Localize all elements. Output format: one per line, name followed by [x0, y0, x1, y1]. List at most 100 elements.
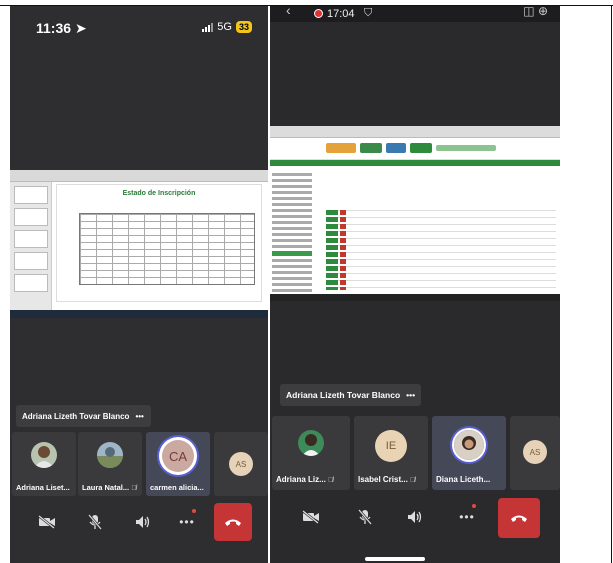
recording-icon [314, 9, 323, 18]
nav-band [270, 160, 560, 166]
more-options-icon[interactable]: ••• [135, 412, 143, 421]
more-options-icon[interactable]: ••• [406, 390, 415, 400]
participant-name: Isabel Crist... 🎙̸ [358, 475, 416, 484]
participant-tile[interactable]: Diana Liceth... [432, 416, 506, 490]
mic-off-icon [88, 514, 102, 530]
shared-screen-left: Estado de Inscripción [10, 170, 268, 318]
call-controls: ••• [270, 498, 560, 542]
slide-thumbnail [14, 252, 48, 270]
camera-off-button[interactable] [292, 498, 330, 536]
site-title-graphic [436, 145, 496, 151]
mic-off-icon: 🎙̸ [410, 477, 416, 484]
more-icon: ••• [459, 510, 475, 524]
participant-strip: Adriana Liset... Laura Natal... 🎙̸ CA ca… [10, 432, 268, 496]
slide-thumbnail [14, 208, 48, 226]
camera-off-icon [302, 510, 319, 524]
windows-taskbar [10, 310, 268, 318]
row-delete-icons [340, 210, 346, 290]
comparison-screenshot: 11:36 ➤ 5G 33 Estado de Inscripción Adri… [0, 0, 613, 563]
data-table [326, 210, 556, 290]
speaker-icon [136, 516, 150, 528]
participant-tile[interactable]: CA carmen alicia... [146, 432, 210, 496]
avatar [97, 442, 123, 468]
avatar-initials: IE [375, 430, 407, 462]
status-icons: ◫ ⊕ [523, 6, 548, 18]
participant-name: Laura Natal... 🎙̸ [82, 483, 137, 492]
participant-tile[interactable]: IE Isabel Crist... 🎙̸ [354, 416, 428, 490]
right-phone: ‹ 17:04 ⛉ ◫ ⊕ Adriana Lizeth Tovar Blanc… [270, 6, 560, 563]
logo-icon [326, 143, 356, 153]
windows-taskbar [270, 294, 560, 301]
current-slide: Estado de Inscripción [56, 184, 262, 302]
notification-dot [192, 509, 196, 513]
browser-toolbar [270, 126, 560, 138]
participant-tile[interactable]: Adriana Liz... 🎙̸ [272, 416, 350, 490]
participant-name: Adriana Liset... [16, 483, 70, 492]
mic-off-icon [358, 509, 372, 525]
mute-button[interactable] [76, 503, 114, 541]
avatar [454, 430, 484, 460]
home-indicator[interactable] [365, 557, 425, 561]
slide-title: Estado de Inscripción [122, 190, 196, 197]
status-time: 17:04 [327, 8, 355, 20]
battery-icon: 33 [235, 21, 252, 33]
participant-name: Adriana Liz... 🎙̸ [276, 475, 334, 484]
hang-up-icon [225, 519, 241, 526]
more-button[interactable]: ••• [168, 503, 206, 541]
slide-thumbnail [14, 274, 48, 292]
ios-status-bar: 11:36 ➤ 5G 33 [10, 6, 268, 46]
participant-name: carmen alicia... [150, 483, 204, 492]
speaker-banner[interactable]: Adriana Lizeth Tovar Blanco ••• [280, 384, 421, 406]
status-time: 11:36 ➤ [36, 20, 87, 36]
notification-dot [472, 504, 476, 508]
speaker-banner[interactable]: Adriana Lizeth Tovar Blanco ••• [16, 405, 151, 427]
logo-icon [410, 143, 432, 153]
right-border [611, 5, 612, 563]
call-controls: ••• [10, 503, 268, 547]
slide-table [79, 213, 255, 285]
more-button[interactable]: ••• [448, 498, 486, 536]
row-action-icons [326, 210, 338, 290]
status-indicators: 5G 33 [202, 21, 252, 33]
participant-tile[interactable]: Adriana Liset... [12, 432, 76, 496]
site-header [270, 138, 560, 160]
slide-thumbnail [14, 186, 48, 204]
left-phone: 11:36 ➤ 5G 33 Estado de Inscripción Adri… [10, 6, 268, 563]
shield-icon: ⛉ [364, 7, 373, 19]
speaker-button[interactable] [396, 498, 434, 536]
participant-strip: Adriana Liz... 🎙̸ IE Isabel Crist... 🎙̸ … [270, 416, 560, 490]
side-menu [272, 170, 322, 292]
avatar [31, 442, 57, 468]
avatar-initials: CA [162, 440, 194, 472]
slide-thumbnail [14, 230, 48, 248]
participant-name: Diana Liceth... [436, 475, 491, 484]
speaker-button[interactable] [124, 503, 162, 541]
avatar-initials: AS [229, 452, 253, 476]
leave-call-button[interactable] [498, 498, 540, 538]
participant-tile[interactable]: AS [510, 416, 560, 490]
android-status-bar: ‹ 17:04 ⛉ ◫ ⊕ [270, 6, 560, 22]
network-label: 5G [217, 21, 232, 33]
slide-thumbnails [10, 182, 52, 310]
camera-off-icon [38, 515, 55, 529]
more-icon: ••• [179, 515, 195, 529]
mic-off-icon: 🎙̸ [328, 477, 334, 484]
logo-icon [386, 143, 406, 153]
speaker-name: Adriana Lizeth Tovar Blanco [286, 390, 401, 400]
speaker-icon [408, 511, 422, 523]
signal-icon [202, 22, 214, 32]
hang-up-icon [511, 515, 527, 522]
leave-call-button[interactable] [214, 503, 252, 541]
avatar-initials: AS [523, 440, 547, 464]
back-arrow-icon[interactable]: ‹ [286, 6, 291, 18]
speaker-name: Adriana Lizeth Tovar Blanco [22, 411, 130, 421]
participant-tile[interactable]: Laura Natal... 🎙̸ [78, 432, 142, 496]
location-arrow-icon: ➤ [74, 20, 87, 36]
shared-screen-right [270, 126, 560, 301]
app-ribbon [10, 170, 268, 182]
logo-icon [360, 143, 382, 153]
participant-tile[interactable]: AS [214, 432, 268, 496]
mute-button[interactable] [346, 498, 384, 536]
camera-off-button[interactable] [28, 503, 66, 541]
avatar [298, 430, 324, 456]
